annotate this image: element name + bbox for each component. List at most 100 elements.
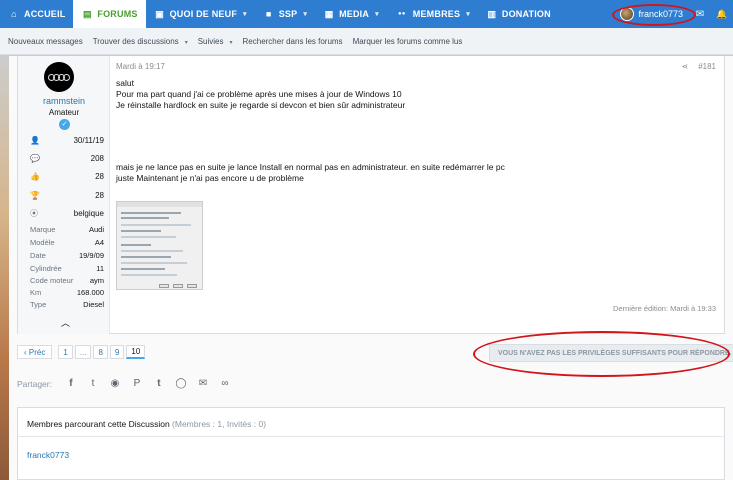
author-name[interactable]: rammstein (18, 96, 110, 106)
nav-media[interactable]: ▦ MEDIA ▾ (315, 0, 387, 28)
link-icon[interactable]: ∞ (214, 378, 236, 389)
thumbs-up-icon: 👍 (30, 171, 40, 181)
chevron-down-icon[interactable]: ▾ (303, 10, 307, 18)
subnav-suivies[interactable]: Suivies ▾ (193, 37, 238, 46)
post-text-line: mais je ne lance pas en suite je lance I… (116, 162, 505, 172)
post-message: rammstein Amateur ✓ 👤 30/11/19 💬 208 👍 2… (17, 56, 725, 334)
nav-accueil[interactable]: ⌂ ACCUEIL (0, 0, 73, 28)
stat-value: 208 (90, 153, 104, 163)
twitter-icon[interactable]: t (82, 378, 104, 389)
nav-quoi-de-neuf[interactable]: ▣ QUOI DE NEUF ▾ (146, 0, 255, 28)
folder-icon: ■ (265, 9, 272, 19)
page-link[interactable]: 9 (109, 345, 125, 359)
members-title-text: Membres parcourant cette Discussion (27, 419, 170, 429)
field-label: Km (30, 287, 42, 297)
chevron-down-icon[interactable]: ▾ (185, 40, 188, 46)
reddit-icon[interactable]: ◉ (104, 378, 126, 389)
subnav-trouver-discussions[interactable]: Trouver des discussions ▾ (88, 37, 193, 46)
user-avatar[interactable] (44, 62, 74, 92)
members-count: (Membres : 1, Invités : 0) (172, 419, 267, 429)
bell-icon[interactable]: 🔔 (711, 0, 733, 28)
field-marque: Marque Audi (30, 223, 104, 235)
stat-value: 28 (95, 190, 104, 200)
field-km: Km 168.000 (30, 286, 104, 298)
share-icon[interactable]: ⋖ (682, 62, 689, 71)
mail-icon[interactable]: ✉ (689, 0, 711, 28)
nav-donation[interactable]: ▥ DONATION (478, 0, 559, 28)
stat-points: 🏆 28 (30, 189, 104, 201)
user-icon: 👤 (30, 135, 40, 145)
field-value: A4 (94, 237, 104, 247)
field-value: Audi (88, 224, 104, 234)
post-text-line: Je réinstalle hardlock en suite je regar… (116, 100, 406, 110)
page-link[interactable]: 1 (58, 345, 73, 359)
field-value: 19/9/09 (78, 250, 104, 260)
nav-forums[interactable]: ▤ FORUMS (73, 0, 146, 28)
members-icon: ●● (397, 11, 406, 17)
no-privileges-notice: VOUS N'AVEZ PAS LES PRIVILÈGES SUFFISANT… (489, 344, 733, 362)
location-icon: ⦿ (30, 208, 38, 218)
nav-ssp[interactable]: ■ SSP ▾ (255, 0, 315, 28)
stat-value: 30/11/19 (73, 135, 104, 145)
chevron-down-icon[interactable]: ▾ (375, 10, 379, 18)
nav-membres[interactable]: ●● MEMBRES ▾ (387, 0, 478, 28)
member-link[interactable]: franck0773 (27, 450, 69, 460)
prev-page-button[interactable]: ‹ Préc (17, 345, 53, 359)
field-label: Date (30, 250, 46, 260)
whatsapp-icon[interactable]: ◯ (170, 378, 192, 389)
post-text-line: Pour ma part quand j'ai ce problème aprè… (116, 89, 402, 99)
subnav-nouveaux-messages[interactable]: Nouveaux messages (3, 37, 88, 46)
field-label: Cylindrée (30, 263, 62, 273)
tumblr-icon[interactable]: t (148, 378, 170, 389)
post-number-area: ⋖ #181 (682, 62, 717, 71)
subnav-trouver-label: Trouver des discussions (92, 36, 179, 46)
field-date: Date 19/9/09 (30, 249, 104, 261)
page-gap[interactable]: ... (74, 345, 92, 359)
field-code-moteur: Code moteur aym (30, 274, 104, 286)
field-label: Marque (30, 224, 56, 234)
post-number[interactable]: #181 (698, 62, 716, 71)
trophy-icon: 🏆 (30, 190, 40, 200)
email-icon[interactable]: ✉ (192, 378, 214, 389)
page-link[interactable]: 8 (93, 345, 108, 359)
author-title: Amateur (48, 108, 80, 117)
chevron-down-icon[interactable]: ▾ (230, 40, 233, 46)
user-menu-link[interactable]: franck0773 (614, 0, 689, 28)
username-label: franck0773 (638, 9, 683, 19)
chevron-down-icon[interactable]: ▾ (243, 10, 247, 18)
field-label: Modèle (30, 237, 55, 247)
subnav-rechercher[interactable]: Rechercher dans les forums (238, 37, 348, 46)
nav-user-area: franck0773 ✉ 🔔 (614, 0, 733, 28)
members-viewing-box: Membres parcourant cette Discussion (Mem… (17, 407, 725, 480)
field-value: aym (89, 275, 104, 285)
nav-quoi-de-neuf-label: QUOI DE NEUF (169, 9, 238, 19)
nav-forums-label: FORUMS (97, 9, 138, 19)
sub-navigation: Nouveaux messages Trouver des discussion… (0, 28, 733, 55)
nav-donation-label: DONATION (501, 9, 551, 19)
chevron-down-icon[interactable]: ▾ (466, 10, 470, 18)
pinterest-icon[interactable]: P (126, 378, 148, 389)
avatar (620, 7, 635, 21)
field-value: 11 (96, 263, 104, 273)
subnav-suivies-label: Suivies (197, 36, 224, 46)
post-text-line: juste Maintenant je n'ai pas encore u de… (116, 173, 304, 183)
field-label: Type (30, 299, 47, 309)
post-date[interactable]: Mardi à 19:17 (116, 62, 165, 71)
messages-icon: 💬 (30, 153, 40, 163)
chevron-up-icon[interactable]: ︿ (61, 316, 70, 329)
nav-accueil-label: ACCUEIL (24, 9, 66, 19)
attachment-thumbnail[interactable] (116, 201, 203, 290)
verified-badge-icon: ✓ (59, 119, 70, 130)
nav-membres-label: MEMBRES (412, 9, 461, 19)
subnav-marquer-lus[interactable]: Marquer les forums comme lus (348, 37, 468, 46)
post-user-panel: rammstein Amateur ✓ 👤 30/11/19 💬 208 👍 2… (18, 56, 110, 334)
stat-joined: 👤 30/11/19 (30, 134, 104, 146)
nav-media-label: MEDIA (339, 9, 370, 19)
last-edit-note: Dernière édition: Mardi à 19:33 (613, 304, 716, 313)
post-text-line: salut (116, 78, 134, 88)
facebook-icon[interactable]: f (60, 378, 82, 389)
field-label: Code moteur (30, 275, 74, 285)
page-link-current[interactable]: 10 (126, 345, 146, 359)
media-icon: ▦ (324, 8, 334, 19)
nav-ssp-label: SSP (278, 9, 298, 19)
